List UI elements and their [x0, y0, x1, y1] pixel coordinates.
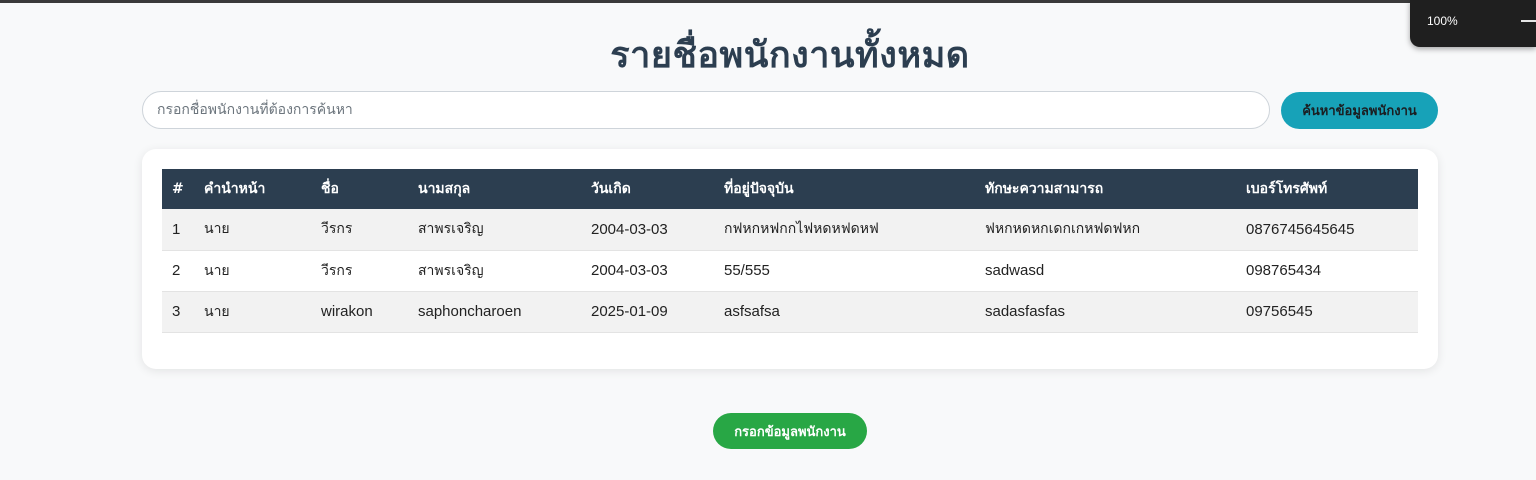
table-row: 3 นาย wirakon saphoncharoen 2025-01-09 a… [162, 291, 1418, 333]
search-input[interactable] [142, 91, 1270, 129]
cell-phone: 0876745645645 [1236, 209, 1418, 251]
cell-phone: 098765434 [1236, 250, 1418, 292]
header-last-name: นามสกุล [408, 169, 581, 209]
header-first-name: ชื่อ [311, 169, 408, 209]
cell-prefix: นาย [194, 291, 311, 333]
cell-skills: sadasfasfas [975, 291, 1236, 333]
cell-prefix: นาย [194, 209, 311, 251]
employee-table: # คำนำหน้า ชื่อ นามสกุล วันเกิด ที่อยู่ป… [162, 169, 1418, 333]
page-title: รายชื่อพนักงานทั้งหมด [610, 35, 970, 76]
header-index: # [162, 169, 194, 209]
cell-first-name: วีรกร [311, 209, 408, 251]
cell-phone: 09756545 [1236, 291, 1418, 333]
cell-last-name: สาพรเจริญ [408, 209, 581, 251]
cell-first-name: wirakon [311, 291, 408, 333]
table-row: 1 นาย วีรกร สาพรเจริญ 2004-03-03 กฟหกหฟก… [162, 209, 1418, 251]
cell-last-name: สาพรเจริญ [408, 250, 581, 292]
cell-prefix: นาย [194, 250, 311, 292]
cell-address: asfsafsa [714, 291, 975, 333]
cell-address: กฟหกหฟกกไฟหดหฟดหฟ [714, 209, 975, 251]
cell-birthdate: 2025-01-09 [581, 291, 714, 333]
cell-index: 2 [162, 250, 194, 292]
cell-skills: sadwasd [975, 250, 1236, 292]
header-phone: เบอร์โทรศัพท์ [1236, 169, 1418, 209]
header-skills: ทักษะความสามารถ [975, 169, 1236, 209]
cell-index: 1 [162, 209, 194, 251]
header-birthdate: วันเกิด [581, 169, 714, 209]
employee-table-card: # คำนำหน้า ชื่อ นามสกุล วันเกิด ที่อยู่ป… [142, 149, 1438, 369]
header-prefix: คำนำหน้า [194, 169, 311, 209]
minus-icon[interactable] [1521, 20, 1536, 22]
window-top-border [0, 0, 1536, 3]
cell-first-name: วีรกร [311, 250, 408, 292]
cell-last-name: saphoncharoen [408, 291, 581, 333]
cell-index: 3 [162, 291, 194, 333]
cell-birthdate: 2004-03-03 [581, 209, 714, 251]
table-header-row: # คำนำหน้า ชื่อ นามสกุล วันเกิด ที่อยู่ป… [162, 169, 1418, 209]
cell-birthdate: 2004-03-03 [581, 250, 714, 292]
table-row: 2 นาย วีรกร สาพรเจริญ 2004-03-03 55/555 … [162, 250, 1418, 292]
search-button[interactable]: ค้นหาข้อมูลพนักงาน [1281, 92, 1438, 129]
cell-skills: ฟหกหดหกเดกเกหฟดฟหก [975, 209, 1236, 251]
cell-address: 55/555 [714, 250, 975, 292]
header-address: ที่อยู่ปัจจุบัน [714, 169, 975, 209]
add-employee-button[interactable]: กรอกข้อมูลพนักงาน [713, 413, 867, 449]
